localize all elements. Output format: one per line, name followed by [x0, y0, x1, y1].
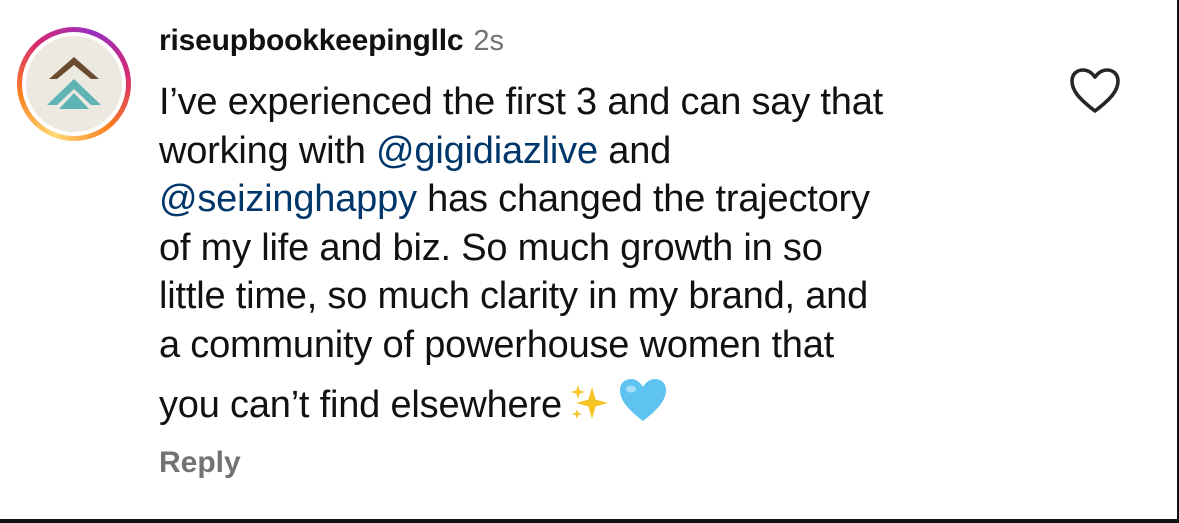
username-link[interactable]: riseupbookkeepingllc — [159, 24, 464, 58]
comment-text-segment: you can’t find elsewhere — [159, 384, 562, 426]
sparkles-emoji-icon — [570, 385, 608, 419]
mention-link[interactable]: @seizinghappy — [159, 178, 417, 220]
reply-button[interactable]: Reply — [159, 446, 241, 480]
comment-text-segment: working with — [159, 129, 377, 172]
comment-line: you can’t find elsewhere — [159, 377, 1039, 430]
heart-outline-icon — [1070, 68, 1120, 113]
mention-link[interactable]: @gigidiazlive — [376, 130, 598, 172]
like-button[interactable] — [1068, 66, 1122, 116]
avatar[interactable] — [26, 36, 122, 132]
comment-text-segment: little time, so much clarity in my brand… — [159, 275, 869, 317]
comment-text-segment: I’ve experienced the first 3 and can say… — [159, 81, 883, 123]
comment-text: I’ve experienced the first 3 and can say… — [159, 78, 1039, 430]
rising-chevrons-logo-icon — [47, 57, 101, 109]
comment-line: a community of powerhouse women that — [159, 321, 1039, 370]
comment-text-segment: a community of powerhouse women that — [159, 323, 835, 366]
comment-line: @seizinghappy has changed the trajectory — [159, 175, 1039, 224]
timestamp: 2s — [473, 25, 505, 57]
comment-text-segment: of my life and biz. So much growth in so — [159, 226, 823, 269]
comment-text-segment: and — [597, 129, 672, 172]
comment-line: I’ve experienced the first 3 and can say… — [159, 78, 1039, 127]
comment-text-segment: has changed the trajectory — [416, 178, 870, 220]
comment-line: of my life and biz. So much growth in so — [159, 224, 1039, 273]
comment-line: working with @gigidiazlive and — [159, 127, 1039, 176]
avatar-story-ring[interactable] — [17, 27, 131, 141]
comment-header: riseupbookkeepingllc 2s — [159, 24, 504, 68]
light-blue-heart-emoji-icon — [619, 379, 666, 421]
comment-container: riseupbookkeepingllc 2s I’ve experienced… — [0, 0, 1179, 523]
comment-line: little time, so much clarity in my brand… — [159, 272, 1039, 321]
